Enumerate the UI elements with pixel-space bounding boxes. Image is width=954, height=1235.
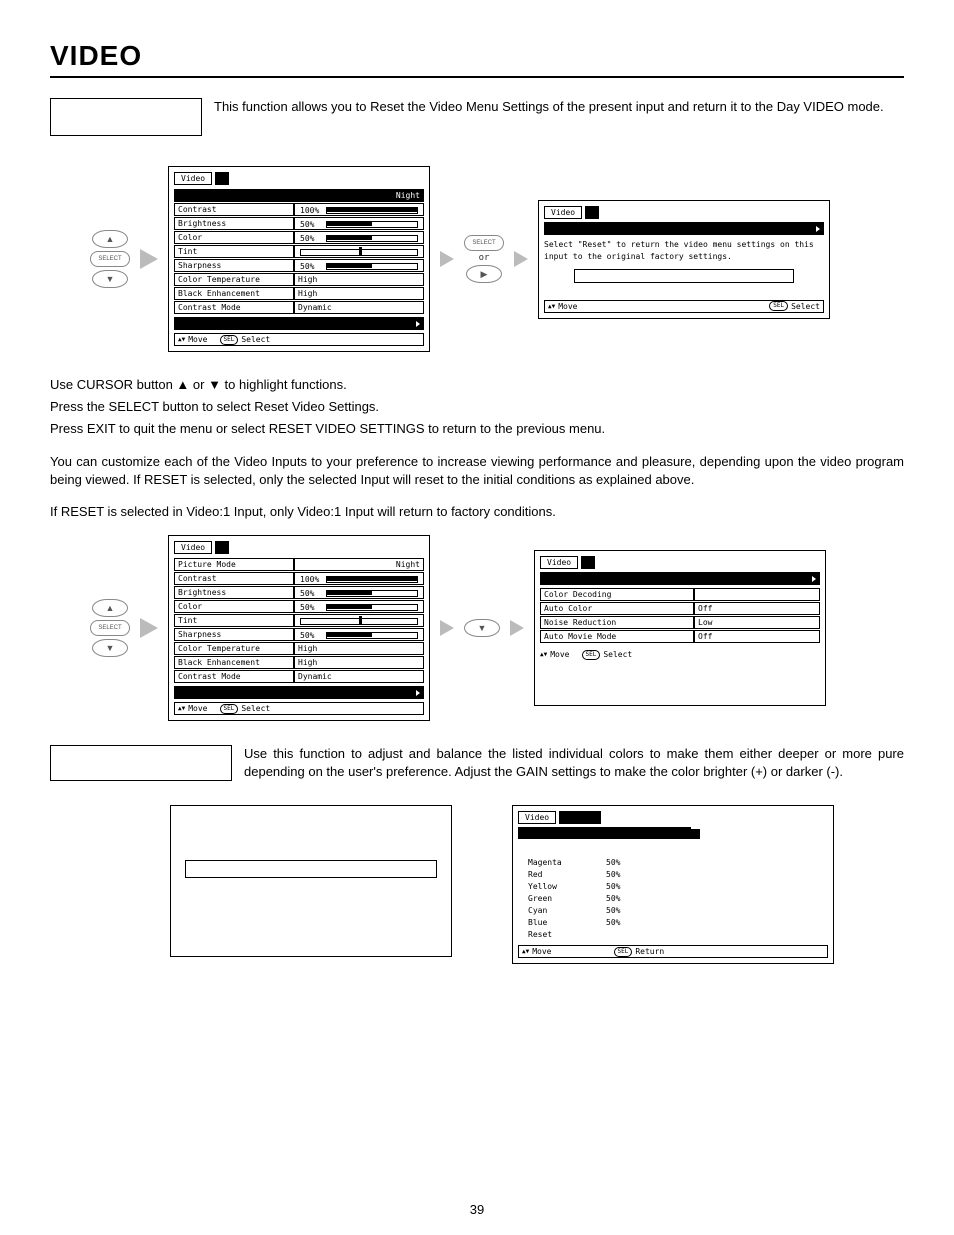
arrow-icon: [140, 249, 158, 269]
figure-row-2: ▲ ▼ Video Picture ModeNight Contrast100%…: [90, 535, 904, 721]
cm-reset[interactable]: Reset: [528, 929, 588, 941]
cm-magenta[interactable]: Magenta: [528, 857, 588, 869]
cursor-down-button[interactable]: ▼: [92, 639, 128, 657]
row-brightness[interactable]: Brightness: [174, 217, 294, 230]
instruction-para-3: If RESET is selected in Video:1 Input, o…: [50, 503, 904, 521]
remote-alt-stack: or ▶: [464, 235, 504, 283]
instruction-line-1: Use CURSOR button ▲ or ▼ to highlight fu…: [50, 376, 904, 394]
reset-message: Select "Reset" to return the video menu …: [544, 239, 824, 263]
cm-green[interactable]: Green: [528, 893, 588, 905]
section-reset-desc: This function allows you to Reset the Vi…: [50, 98, 904, 136]
arrow-icon: [440, 251, 454, 267]
arrow-icon: [440, 620, 454, 636]
cursor-right-button[interactable]: ▶: [466, 265, 502, 283]
reset-label-box: [50, 98, 202, 136]
cursor-down-button[interactable]: ▼: [92, 270, 128, 288]
row-contrastmode[interactable]: Contrast Mode: [174, 670, 294, 683]
arrow-icon: [514, 251, 528, 267]
row-tint[interactable]: Tint: [174, 245, 294, 258]
row-blackenh[interactable]: Black Enhancement: [174, 656, 294, 669]
cursor-down-button[interactable]: ▼: [464, 619, 500, 637]
osd-title: Video: [174, 541, 212, 554]
cm-red[interactable]: Red: [528, 869, 588, 881]
arrow-icon: [140, 618, 158, 638]
osd-title: Video: [174, 172, 212, 185]
cursor-up-button[interactable]: ▲: [92, 599, 128, 617]
row-contrast[interactable]: Contrast: [174, 203, 294, 216]
row-colortemp[interactable]: Color Temperature: [174, 273, 294, 286]
cursor-up-button[interactable]: ▲: [92, 230, 128, 248]
row-sharpness[interactable]: Sharpness: [174, 259, 294, 272]
cm-table: Magenta50% Red50% Yellow50% Green50% Cya…: [518, 857, 828, 941]
row-picture-mode[interactable]: Picture Mode: [174, 558, 294, 571]
cm-label-box: [50, 745, 232, 781]
select-button[interactable]: [464, 235, 504, 251]
placeholder-box: [170, 805, 452, 957]
row-tint[interactable]: Tint: [174, 614, 294, 627]
instruction-para-2: You can customize each of the Video Inpu…: [50, 453, 904, 489]
instruction-line-3: Press EXIT to quit the menu or select RE…: [50, 420, 904, 438]
cm-desc-text: Use this function to adjust and balance …: [244, 745, 904, 780]
row-noise-reduction[interactable]: Noise Reduction: [540, 616, 694, 629]
row-color[interactable]: Color: [174, 231, 294, 244]
remote-cursor-stack: ▲ ▼: [90, 599, 130, 657]
osd-title: Video: [540, 556, 578, 569]
select-button[interactable]: [90, 251, 130, 267]
osd-title: Video: [544, 206, 582, 219]
or-text: or: [479, 253, 490, 263]
osd-color-management: Video Magenta50% Red50% Yellow50% Green5…: [512, 805, 834, 964]
row-auto-color[interactable]: Auto Color: [540, 602, 694, 615]
osd-video-menu-1: Video Night Contrast100% Brightness50% C…: [168, 166, 430, 352]
osd-color-decoding: Video Color Decoding Auto ColorOff Noise…: [534, 550, 826, 706]
row-auto-movie[interactable]: Auto Movie Mode: [540, 630, 694, 643]
row-color[interactable]: Color: [174, 600, 294, 613]
page-number: 39: [0, 1202, 954, 1217]
osd-reset-confirm: Video Select "Reset" to return the video…: [538, 200, 830, 319]
reset-desc-text: This function allows you to Reset the Vi…: [214, 98, 884, 116]
figure-row-3: Video Magenta50% Red50% Yellow50% Green5…: [170, 805, 904, 964]
figure-row-1: ▲ ▼ Video Night Contrast100% Brightness5…: [90, 166, 904, 352]
row-colortemp[interactable]: Color Temperature: [174, 642, 294, 655]
picture-mode-value: Night: [294, 189, 424, 202]
page-title: VIDEO: [50, 40, 904, 72]
rule: [50, 76, 904, 78]
section-color-management: Use this function to adjust and balance …: [50, 745, 904, 781]
select-button[interactable]: [90, 620, 130, 636]
cm-cyan[interactable]: Cyan: [528, 905, 588, 917]
row-contrast[interactable]: Contrast: [174, 572, 294, 585]
row-contrastmode[interactable]: Contrast Mode: [174, 301, 294, 314]
row-color-decoding[interactable]: Color Decoding: [540, 588, 694, 601]
instruction-line-2: Press the SELECT button to select Reset …: [50, 398, 904, 416]
row-sharpness[interactable]: Sharpness: [174, 628, 294, 641]
osd-title: Video: [518, 811, 556, 824]
cm-blue[interactable]: Blue: [528, 917, 588, 929]
cm-yellow[interactable]: Yellow: [528, 881, 588, 893]
row-brightness[interactable]: Brightness: [174, 586, 294, 599]
arrow-icon: [510, 620, 524, 636]
osd-video-menu-2: Video Picture ModeNight Contrast100% Bri…: [168, 535, 430, 721]
row-blackenh[interactable]: Black Enhancement: [174, 287, 294, 300]
remote-cursor-stack: ▲ ▼: [90, 230, 130, 288]
